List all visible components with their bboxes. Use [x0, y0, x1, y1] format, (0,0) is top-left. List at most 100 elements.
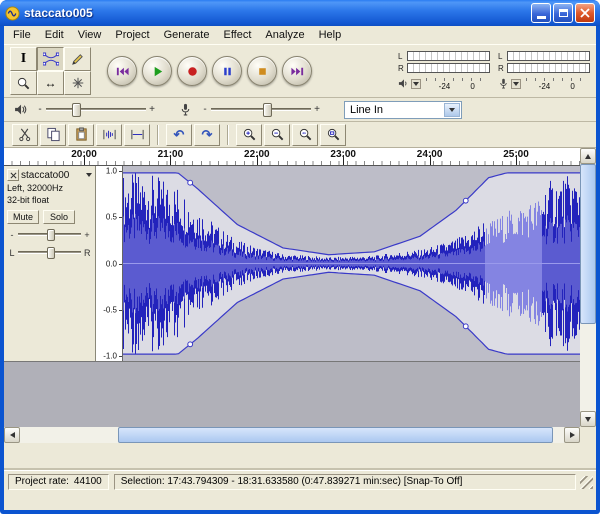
scale-minus24: -24: [439, 82, 451, 91]
waveform-area[interactable]: [123, 166, 580, 361]
trim-button[interactable]: [96, 124, 122, 146]
track-close-button[interactable]: [7, 169, 19, 181]
gain-thumb[interactable]: [47, 229, 55, 241]
fit-selection-button[interactable]: [292, 124, 318, 146]
input-source-select[interactable]: Line In: [344, 101, 462, 119]
pencil-icon: [70, 52, 85, 67]
horizontal-scroll-thumb[interactable]: [118, 427, 553, 443]
gain-plus-label: +: [84, 230, 90, 240]
close-icon: [10, 172, 17, 179]
fit-project-button[interactable]: [320, 124, 346, 146]
horizontal-scroll-track[interactable]: [20, 427, 564, 443]
pan-thumb[interactable]: [47, 247, 55, 259]
envelope-tool-button[interactable]: [37, 47, 64, 71]
solo-button[interactable]: Solo: [43, 210, 75, 224]
zoom-tool-button[interactable]: [10, 71, 37, 95]
cut-button[interactable]: [12, 124, 38, 146]
title-bar[interactable]: staccato005: [0, 0, 600, 26]
multi-tool-icon: [71, 76, 85, 90]
amplitude-label: 1.0: [106, 167, 117, 176]
output-meter-scale: -24 0: [423, 77, 490, 91]
maximize-button[interactable]: [553, 3, 573, 23]
redo-button[interactable]: ↷: [194, 124, 220, 146]
input-gain-thumb[interactable]: [263, 103, 272, 117]
undo-button[interactable]: ↶: [166, 124, 192, 146]
input-source-value: Line In: [350, 104, 383, 116]
window-filler: [4, 443, 596, 470]
timeline-tick: [257, 155, 258, 165]
track-format-info: 32-bit float: [7, 195, 92, 205]
skip-to-start-icon: [115, 64, 130, 79]
track-menu-icon[interactable]: [86, 173, 92, 177]
play-button[interactable]: [142, 56, 172, 86]
project-rate-label: Project rate:: [15, 476, 69, 487]
minimize-button[interactable]: [531, 3, 551, 23]
scroll-left-button[interactable]: [4, 427, 20, 443]
amplitude-tick: [119, 356, 122, 357]
output-volume-slider[interactable]: - +: [37, 101, 155, 119]
redo-icon: ↷: [202, 128, 213, 141]
gain-slider[interactable]: - +: [7, 227, 92, 242]
triangle-right-icon: [570, 432, 575, 438]
scale-zero: 0: [470, 82, 474, 91]
waveform-display[interactable]: [123, 166, 580, 361]
timeline-tick: [430, 155, 431, 165]
scrollbar-corner: [580, 427, 596, 443]
menu-file[interactable]: File: [6, 27, 38, 43]
project-rate-panel: Project rate: 44100: [8, 474, 109, 490]
skip-to-start-button[interactable]: [107, 56, 137, 86]
menu-project[interactable]: Project: [108, 27, 156, 43]
selection-tool-button[interactable]: I: [10, 47, 37, 71]
vertical-scrollbar[interactable]: [580, 148, 596, 427]
menu-edit[interactable]: Edit: [38, 27, 71, 43]
menu-view[interactable]: View: [71, 27, 109, 43]
input-meter-right-label: R: [498, 64, 507, 73]
menu-generate[interactable]: Generate: [157, 27, 217, 43]
horizontal-scrollbar[interactable]: [4, 427, 596, 443]
mute-button[interactable]: Mute: [7, 210, 39, 224]
silence-button[interactable]: [124, 124, 150, 146]
pause-button[interactable]: [212, 56, 242, 86]
input-gain-slider[interactable]: - +: [202, 101, 320, 119]
output-meter-dropdown[interactable]: [411, 79, 421, 89]
track-title[interactable]: staccato00: [21, 170, 84, 181]
stop-button[interactable]: [247, 56, 277, 86]
record-button[interactable]: [177, 56, 207, 86]
pan-slider[interactable]: L R: [7, 245, 92, 260]
vertical-scroll-thumb[interactable]: [580, 164, 596, 324]
input-meter-dropdown[interactable]: [511, 79, 521, 89]
selection-status-panel: Selection: 17:43.794309 - 18:31.633580 (…: [114, 474, 576, 490]
menu-effect[interactable]: Effect: [216, 27, 258, 43]
draw-tool-button[interactable]: [64, 47, 91, 71]
skip-to-end-button[interactable]: [282, 56, 312, 86]
timeline-ruler[interactable]: 20:0021:0022:0023:0024:0025:00: [4, 148, 580, 166]
amplitude-tick: [119, 217, 122, 218]
zoom-out-button[interactable]: [264, 124, 290, 146]
output-volume-thumb[interactable]: [72, 103, 81, 117]
resize-grip[interactable]: [580, 476, 593, 489]
input-gain-groove: [211, 108, 311, 111]
tools-grid: I: [10, 47, 91, 95]
timeline-tick: [84, 155, 85, 165]
zoom-in-button[interactable]: [236, 124, 262, 146]
input-meter[interactable]: L R -24: [498, 50, 590, 91]
menu-analyze[interactable]: Analyze: [258, 27, 311, 43]
scroll-up-button[interactable]: [580, 148, 596, 164]
close-button[interactable]: [575, 3, 595, 23]
copy-button[interactable]: [40, 124, 66, 146]
zoom-in-icon: [242, 127, 257, 142]
undo-icon: ↶: [174, 128, 185, 141]
window-title: staccato005: [24, 6, 527, 20]
time-shift-tool-button[interactable]: ↔: [37, 71, 64, 95]
scroll-down-button[interactable]: [580, 411, 596, 427]
track-row: staccato00 Left, 32000Hz 32-bit float Mu…: [4, 166, 580, 362]
input-source-dropdown-button[interactable]: [444, 103, 460, 117]
input-gain-icon: [179, 103, 192, 116]
below-tracks-area[interactable]: [4, 362, 580, 427]
menu-help[interactable]: Help: [312, 27, 349, 43]
scroll-right-button[interactable]: [564, 427, 580, 443]
multi-tool-button[interactable]: [64, 71, 91, 95]
output-meter[interactable]: L R -24: [398, 50, 490, 91]
paste-button[interactable]: [68, 124, 94, 146]
fit-selection-icon: [298, 127, 313, 142]
